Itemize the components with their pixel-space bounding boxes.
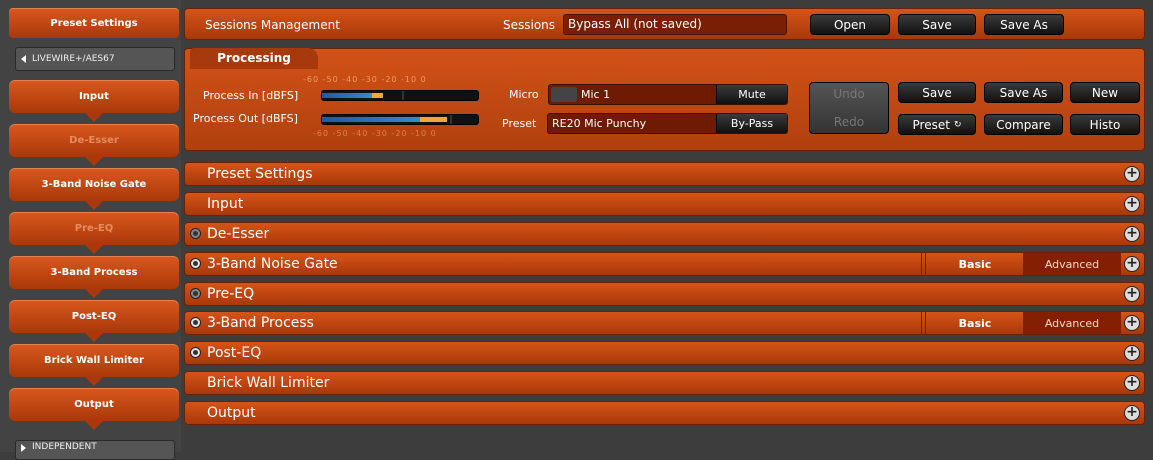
preset-menu-button[interactable]: Preset ↻ — [898, 114, 976, 135]
preset-label: Preset — [502, 117, 537, 130]
micro-select[interactable]: Mic 1 Mute — [548, 84, 788, 105]
expand-plus-icon[interactable]: + — [1124, 256, 1140, 272]
expand-plus-icon[interactable]: + — [1124, 226, 1140, 242]
section-3-band-process[interactable]: 3-Band Process Basic Advanced + — [184, 311, 1145, 335]
meter-scale-top: -60 -50 -40 -30 -20 -10 0 — [303, 75, 427, 84]
mute-button[interactable]: Mute — [716, 85, 787, 104]
open-button[interactable]: Open — [810, 14, 890, 35]
section-brick-wall-limiter[interactable]: Brick Wall Limiter + — [184, 371, 1145, 395]
expand-plus-icon[interactable]: + — [1124, 375, 1140, 391]
expand-plus-icon[interactable]: + — [1124, 315, 1140, 331]
section-post-eq[interactable]: Post-EQ + — [184, 341, 1145, 365]
process-in-label: Process In [dBFS] — [203, 89, 299, 102]
enable-toggle-icon[interactable] — [190, 228, 201, 239]
section-label: Post-EQ — [207, 345, 262, 361]
section-pre-eq[interactable]: Pre-EQ + — [184, 282, 1145, 306]
sidebar-item-3-band-process[interactable]: 3-Band Process — [9, 256, 179, 298]
process-out-fill — [322, 117, 420, 122]
compare-button[interactable]: Compare — [984, 114, 1063, 135]
histo-button[interactable]: Histo — [1070, 114, 1140, 135]
section-label: Input — [207, 196, 244, 212]
section-label: Preset Settings — [207, 166, 313, 182]
sessions-bar: Sessions Management Sessions Bypass All … — [184, 8, 1145, 40]
tab-processing[interactable]: Processing — [190, 48, 318, 69]
enable-toggle-icon[interactable] — [190, 347, 201, 358]
sidebar-item-post-eq[interactable]: Post-EQ — [9, 300, 179, 342]
process-out-peak-fill — [420, 117, 447, 122]
preset-value: RE20 Mic Punchy — [552, 117, 647, 130]
preset-menu-label: Preset — [912, 117, 950, 132]
sidebar-item-preset-settings[interactable]: Preset Settings — [9, 8, 179, 38]
enable-toggle-icon[interactable] — [190, 317, 201, 328]
micro-value: Mic 1 — [581, 88, 611, 101]
section-label: Brick Wall Limiter — [207, 375, 330, 391]
section-label: 3-Band Process — [207, 315, 314, 331]
process-in-peak-marker — [402, 91, 404, 100]
expand-plus-icon[interactable]: + — [1124, 345, 1140, 361]
micro-arrows-icon[interactable] — [551, 87, 577, 102]
advanced-tab[interactable]: Advanced — [1023, 253, 1121, 275]
expand-plus-icon[interactable]: + — [1124, 286, 1140, 302]
preset-select[interactable]: RE20 Mic Punchy By-Pass — [547, 113, 788, 134]
sidebar: Preset Settings LIVEWIRE+/AES67 Input De… — [0, 0, 181, 460]
session-save-as-button[interactable]: Save As — [984, 14, 1064, 35]
new-button[interactable]: New — [1070, 82, 1140, 103]
advanced-tab[interactable]: Advanced — [1023, 312, 1121, 334]
bypass-button[interactable]: By-Pass — [716, 114, 787, 133]
section-label: Pre-EQ — [207, 286, 255, 302]
sidebar-item-output[interactable]: Output — [9, 388, 179, 430]
process-out-label: Process Out [dBFS] — [193, 112, 298, 125]
expand-plus-icon[interactable]: + — [1124, 196, 1140, 212]
section-noise-gate[interactable]: 3-Band Noise Gate Basic Advanced + — [184, 252, 1145, 276]
sessions-select[interactable]: Bypass All (not saved) — [563, 14, 787, 35]
expand-plus-icon[interactable]: + — [1124, 166, 1140, 182]
preset-save-as-button[interactable]: Save As — [984, 82, 1063, 103]
section-preset-settings[interactable]: Preset Settings + — [184, 162, 1145, 186]
sidebar-item-de-esser[interactable]: De-Esser — [9, 124, 179, 166]
session-save-button[interactable]: Save — [898, 14, 976, 35]
group-independent-label: INDEPENDENT — [32, 442, 97, 452]
process-out-meter — [321, 114, 479, 125]
section-output[interactable]: Output + — [184, 401, 1145, 425]
collapse-left-icon — [21, 55, 26, 63]
refresh-icon: ↻ — [953, 119, 962, 130]
sidebar-item-noise-gate[interactable]: 3-Band Noise Gate — [9, 168, 179, 210]
processing-panel: -60 -50 -40 -30 -20 -10 0 Process In [dB… — [184, 48, 1145, 151]
sidebar-item-pre-eq[interactable]: Pre-EQ — [9, 212, 179, 254]
group-livewire-label: LIVEWIRE+/AES67 — [32, 54, 115, 64]
process-in-peak-fill — [372, 93, 383, 98]
sessions-title: Sessions Management — [205, 18, 340, 32]
group-independent[interactable]: INDEPENDENT — [15, 440, 175, 460]
sidebar-item-brick-wall-limiter[interactable]: Brick Wall Limiter — [9, 344, 179, 386]
section-label: 3-Band Noise Gate — [207, 256, 338, 272]
divider — [921, 312, 922, 334]
expand-plus-icon[interactable]: + — [1124, 405, 1140, 421]
process-in-meter — [321, 90, 479, 101]
micro-label: Micro — [509, 88, 539, 101]
divider — [921, 253, 922, 275]
section-de-esser[interactable]: De-Esser + — [184, 222, 1145, 246]
redo-button[interactable]: Redo — [834, 115, 864, 129]
preset-save-button[interactable]: Save — [898, 82, 976, 103]
section-label: De-Esser — [207, 226, 270, 242]
basic-tab[interactable]: Basic — [925, 253, 1024, 275]
enable-toggle-icon[interactable] — [190, 258, 201, 269]
undo-redo-control[interactable]: Undo Redo — [809, 82, 889, 134]
basic-tab[interactable]: Basic — [925, 312, 1024, 334]
process-in-fill — [322, 93, 372, 98]
process-out-peak-marker — [450, 115, 452, 124]
sidebar-item-input[interactable]: Input — [9, 80, 179, 122]
undo-button[interactable]: Undo — [833, 87, 864, 101]
section-input[interactable]: Input + — [184, 192, 1145, 216]
sessions-label: Sessions — [503, 18, 556, 32]
section-label: Output — [207, 405, 256, 421]
group-livewire[interactable]: LIVEWIRE+/AES67 — [15, 47, 175, 71]
enable-toggle-icon[interactable] — [190, 288, 201, 299]
expand-right-icon — [21, 444, 26, 452]
meter-scale-bottom: -60 -50 -40 -30 -20 -10 0 — [313, 129, 437, 138]
